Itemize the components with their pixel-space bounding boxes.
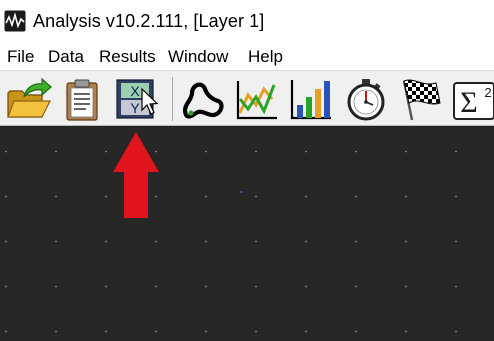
clipboard-button[interactable] bbox=[58, 75, 106, 123]
math-channel-button[interactable]: Σ 2 bbox=[450, 75, 494, 123]
app-logo-icon bbox=[4, 10, 26, 32]
finish-flag-button[interactable] bbox=[396, 75, 444, 123]
track-map-button[interactable] bbox=[178, 75, 226, 123]
title-bar: Analysis v10.2.111, [Layer 1] bbox=[0, 0, 494, 40]
red-up-arrow-annotation bbox=[113, 132, 159, 218]
bar-chart-icon bbox=[290, 80, 331, 120]
menu-results[interactable]: Results bbox=[99, 47, 156, 67]
sigma-math-icon: Σ 2 bbox=[453, 82, 494, 120]
clipboard-icon bbox=[66, 79, 98, 121]
stopwatch-button[interactable] bbox=[342, 75, 390, 123]
menu-help[interactable]: Help bbox=[248, 47, 283, 67]
menu-file[interactable]: File bbox=[7, 47, 34, 67]
stopwatch-icon bbox=[347, 79, 385, 121]
bar-chart-button[interactable] bbox=[286, 75, 334, 123]
canvas-marker bbox=[240, 191, 243, 193]
sigma-letter: Σ bbox=[460, 86, 477, 119]
xy-letter-y: Y bbox=[130, 100, 140, 116]
window-title: Analysis v10.2.111, [Layer 1] bbox=[33, 11, 265, 31]
checkered-flag-icon bbox=[402, 79, 441, 121]
toolbar: X Y Σ 2 bbox=[0, 70, 494, 126]
xy-letter-x: X bbox=[130, 83, 140, 99]
menu-bar: File Data Results Window Help bbox=[0, 40, 494, 70]
xy-data-button[interactable]: X Y bbox=[112, 75, 160, 123]
line-chart-button[interactable] bbox=[232, 75, 280, 123]
xy-data-icon: X Y bbox=[116, 79, 159, 119]
sigma-superscript: 2 bbox=[484, 85, 491, 100]
track-curve-icon bbox=[183, 82, 224, 119]
menu-window[interactable]: Window bbox=[168, 47, 228, 67]
menu-data[interactable]: Data bbox=[48, 47, 84, 67]
workspace-canvas[interactable] bbox=[0, 126, 494, 341]
line-chart-icon bbox=[236, 81, 277, 120]
open-folder-icon bbox=[7, 77, 52, 118]
toolbar-separator bbox=[172, 77, 173, 121]
open-file-button[interactable] bbox=[4, 75, 52, 123]
